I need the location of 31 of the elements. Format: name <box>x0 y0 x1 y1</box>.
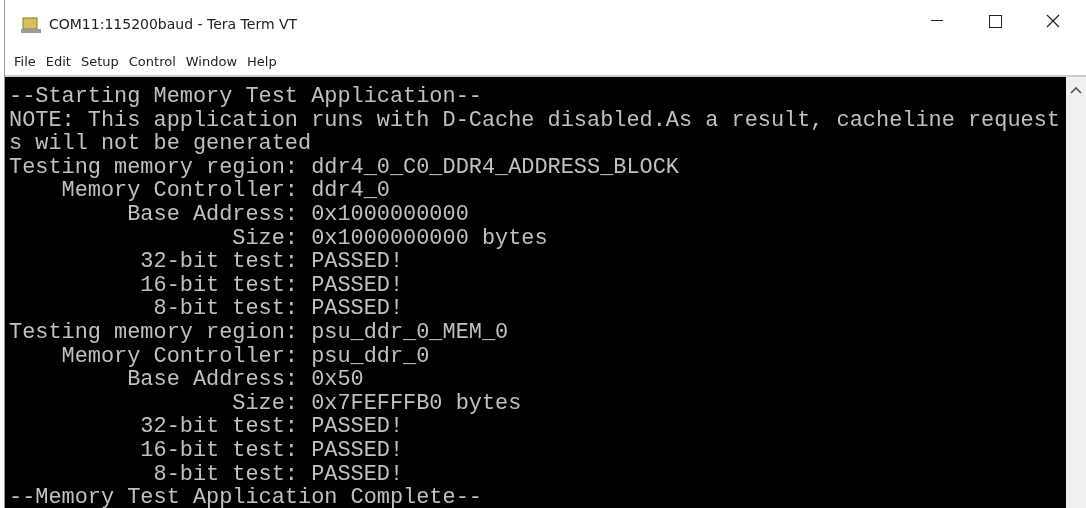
terminal-line: NOTE: This application runs with D-Cache disabled.As a result, cacheline request <box>9 108 1061 133</box>
menu-item[interactable]: File <box>9 51 41 72</box>
terminal-line: Base Address: 0x1000000000 <box>126 202 470 227</box>
terminal-line: Memory Controller: psu_ddr_0 <box>60 344 431 369</box>
window-title: COM11:115200baud - Tera Term VT <box>49 15 298 34</box>
menu-item[interactable]: Control <box>123 51 181 72</box>
scroll-up-icon[interactable] <box>1070 85 1082 95</box>
app-icon <box>21 16 41 33</box>
terminal-line: Base Address: 0x50 <box>126 368 365 392</box>
terminal-line: s will not be generated <box>9 132 313 156</box>
terminal-line: Testing memory region: psu_ddr_0_MEM_0 <box>9 320 510 345</box>
terminal-line: --Starting Memory Test Application-- <box>9 85 483 109</box>
terminal-line: 32-bit test: PASSED! <box>139 415 405 439</box>
menu-item[interactable]: Setup <box>75 51 124 72</box>
terminal-line: 32-bit test: PASSED! <box>139 250 405 274</box>
terminal-line: 16-bit test: PASSED! <box>139 438 405 463</box>
minimize-icon <box>931 20 943 22</box>
scrollbar[interactable] <box>1066 77 1086 508</box>
terminal-line: --Memory Test Application Complete-- <box>9 486 483 508</box>
menu-item[interactable]: Edit <box>40 51 76 72</box>
terminal-line: 16-bit test: PASSED! <box>139 273 405 298</box>
maximize-icon <box>988 14 1002 28</box>
menu-item[interactable]: Window <box>180 51 243 72</box>
terminal-line: 8-bit test: PASSED! <box>152 462 405 487</box>
menu-item[interactable]: Help <box>242 51 282 72</box>
terminal-line: Size: 0x1000000000 bytes <box>231 226 549 251</box>
terminal-line: Memory Controller: ddr4_0 <box>60 179 391 203</box>
terminal-line: 8-bit test: PASSED! <box>152 297 405 321</box>
terminal-line: Testing memory region: ddr4_0_C0_DDR4_ADDRESS_BLOCK <box>9 155 680 180</box>
close-icon <box>1046 14 1060 28</box>
terminal-line: Size: 0x7FEFFFB0 bytes <box>231 391 523 416</box>
